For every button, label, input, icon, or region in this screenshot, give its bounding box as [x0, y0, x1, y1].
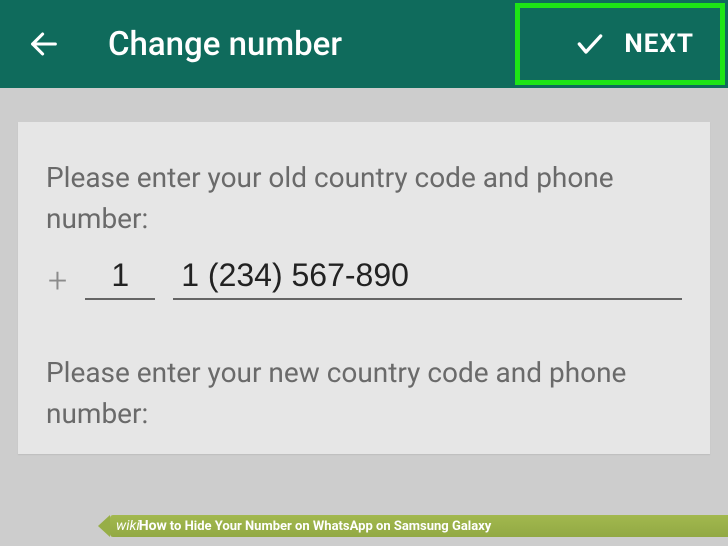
- old-number-instruction: Please enter your old country code and p…: [46, 158, 682, 239]
- banner-bar: [110, 515, 728, 537]
- check-icon: [574, 28, 606, 60]
- banner-how-text: How: [139, 518, 167, 534]
- old-country-code-input[interactable]: [85, 257, 155, 300]
- banner-triangle-icon: [98, 515, 110, 537]
- old-phone-row: +: [46, 257, 682, 301]
- wikihow-watermark-banner: wikiHow to Hide Your Number on WhatsApp …: [0, 512, 728, 540]
- app-bar: Change number NEXT: [0, 0, 728, 88]
- banner-wiki-text: wiki: [116, 518, 140, 534]
- banner-text: wikiHow to Hide Your Number on WhatsApp …: [116, 518, 491, 534]
- old-phone-number-input[interactable]: [173, 257, 682, 300]
- next-button-label: NEXT: [624, 29, 694, 59]
- form-card: Please enter your old country code and p…: [18, 122, 710, 454]
- next-button[interactable]: NEXT: [552, 4, 716, 84]
- new-number-instruction: Please enter your new country code and p…: [46, 353, 682, 434]
- plus-icon: +: [48, 257, 67, 301]
- back-arrow-icon[interactable]: [24, 24, 64, 64]
- banner-article-title: to Hide Your Number on WhatsApp on Samsu…: [170, 519, 492, 534]
- page-title: Change number: [108, 25, 552, 64]
